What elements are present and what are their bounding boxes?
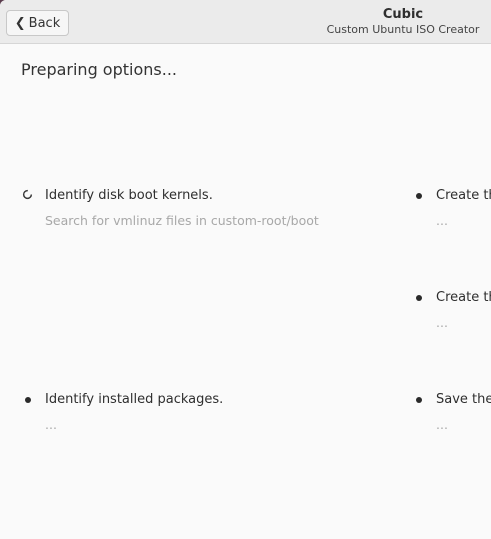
bullet-icon [25, 397, 31, 403]
step-label: Save the p [436, 392, 491, 407]
step-label: Identify installed packages. [45, 392, 224, 407]
page-title: Preparing options... [21, 60, 177, 79]
step-detail: ... [45, 417, 57, 432]
back-button[interactable]: ❮ Back [6, 10, 69, 36]
step-detail: Search for vmlinuz files in custom-root/… [45, 213, 319, 228]
bullet-icon [416, 193, 422, 199]
step-label: Identify disk boot kernels. [45, 188, 213, 203]
back-button-label: Back [28, 15, 61, 31]
step-label: Create the [436, 290, 491, 305]
step-label: Create the [436, 188, 491, 203]
app-subtitle: Custom Ubuntu ISO Creator [326, 23, 480, 36]
title-block: Cubic Custom Ubuntu ISO Creator [300, 7, 491, 37]
bullet-icon [416, 295, 422, 301]
step-detail: ... [436, 213, 448, 228]
step-detail: ... [436, 417, 448, 432]
app-title: Cubic [382, 7, 424, 22]
spinner-icon [22, 189, 33, 200]
bullet-icon [416, 397, 422, 403]
step-detail: ... [436, 315, 448, 330]
header-bar: ❮ Back Cubic Custom Ubuntu ISO Creator [0, 0, 491, 44]
app-window: ❮ Back Cubic Custom Ubuntu ISO Creator P… [0, 0, 491, 539]
chevron-left-icon: ❮ [14, 15, 26, 31]
